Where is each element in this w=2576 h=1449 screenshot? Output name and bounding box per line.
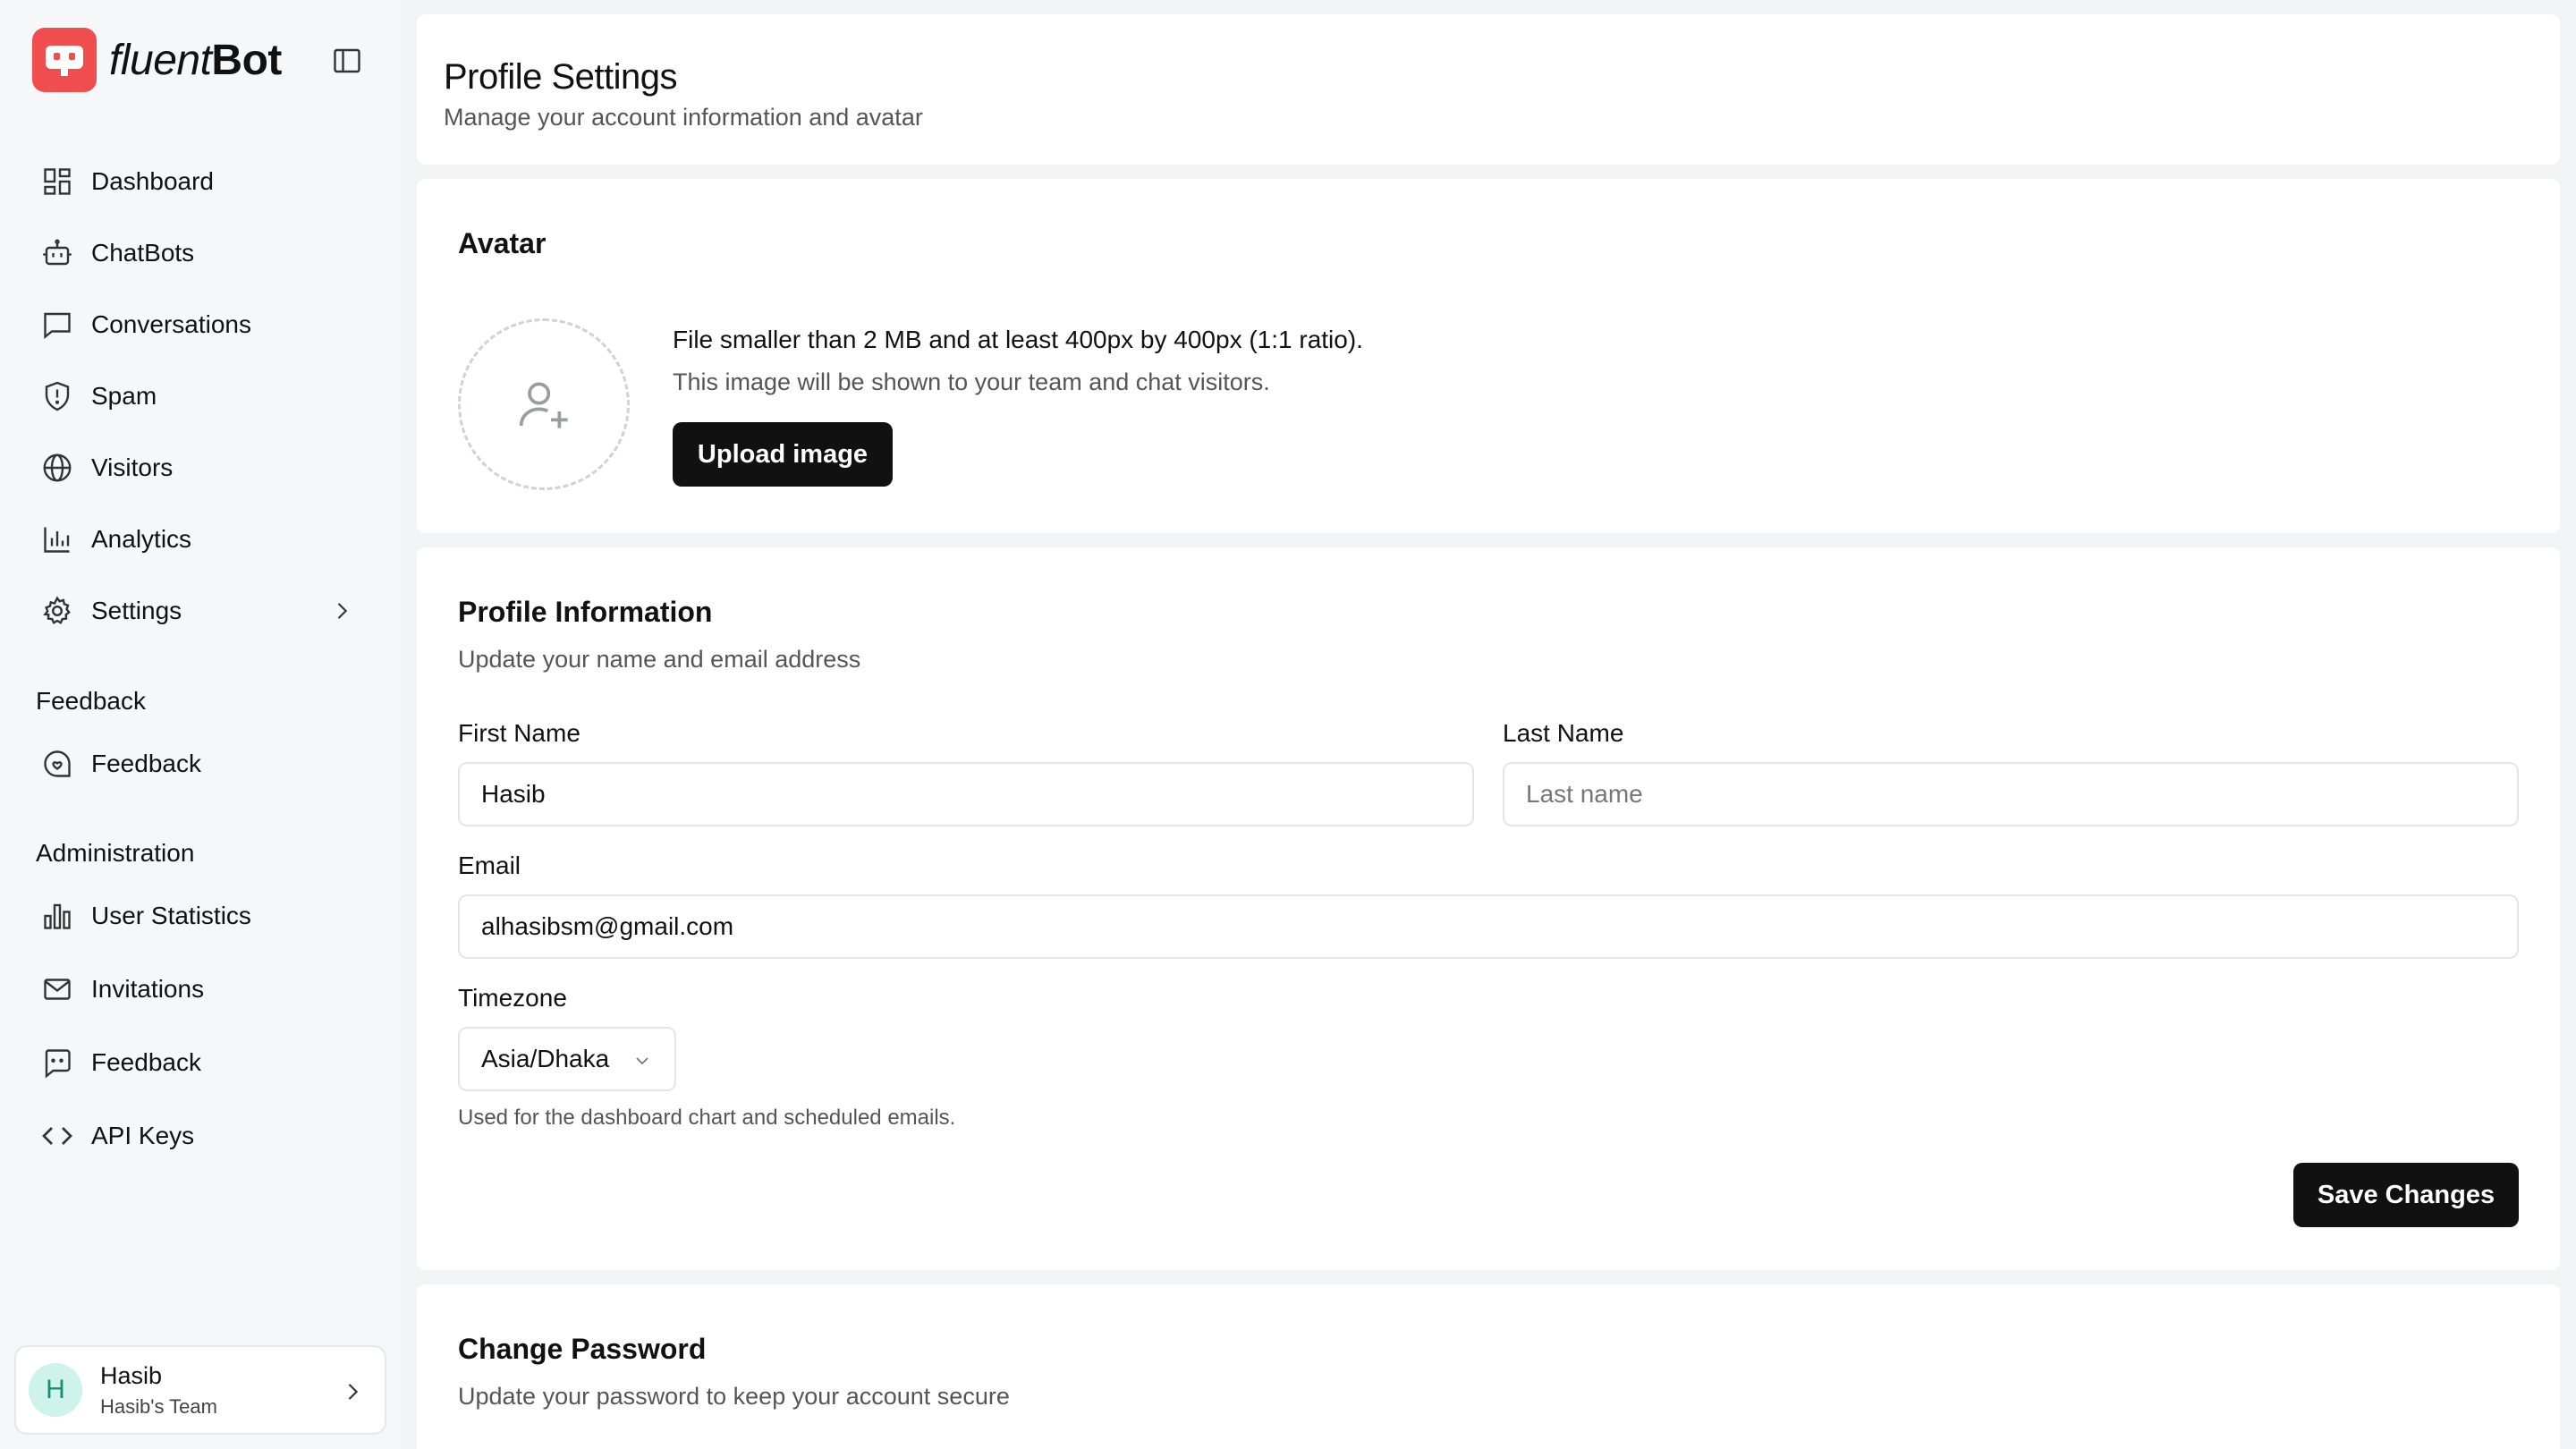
- sidebar-item-label: API Keys: [91, 1122, 195, 1149]
- message-icon: [44, 312, 71, 339]
- last-name-field[interactable]: Last name: [1503, 762, 2519, 826]
- last-name-label: Last Name: [1503, 719, 1624, 747]
- chevron-down-icon: [636, 1057, 648, 1065]
- bot-logo-icon: [32, 28, 97, 92]
- stats-icon: [44, 903, 71, 929]
- page-title: Profile Settings: [444, 57, 678, 97]
- user-plus-icon: [519, 382, 568, 428]
- avatar: H: [29, 1363, 82, 1417]
- mail-icon: [44, 979, 71, 1000]
- sidebar-item-chatbots[interactable]: ChatBots: [41, 231, 363, 275]
- save-changes-button[interactable]: Save Changes: [2293, 1163, 2519, 1227]
- sidebar-item-api-keys[interactable]: API Keys: [41, 1114, 363, 1158]
- sidebar-item-analytics[interactable]: Analytics: [41, 517, 363, 562]
- profile-section-subtitle: Update your name and email address: [458, 646, 861, 673]
- first-name-field[interactable]: Hasib: [458, 762, 1474, 826]
- sidebar: fluentBot Dashboard ChatBots Conversatio…: [0, 0, 401, 1449]
- globe-icon: [43, 453, 72, 482]
- email-field[interactable]: alhasibsm@gmail.com: [458, 894, 2519, 959]
- sidebar-item-label: Feedback: [91, 1048, 201, 1076]
- avatar-section-title: Avatar: [458, 227, 547, 259]
- sidebar-item-label: Feedback: [91, 750, 201, 777]
- sidebar-item-label: Analytics: [91, 525, 192, 553]
- dashboard-icon: [44, 168, 71, 195]
- code-icon: [42, 1127, 72, 1145]
- page-subtitle: Manage your account information and avat…: [444, 104, 923, 131]
- sidebar-item-invitations[interactable]: Invitations: [41, 967, 363, 1012]
- section-title-administration: Administration: [36, 839, 195, 867]
- sidebar-item-label: ChatBots: [91, 239, 195, 267]
- page-header: Profile Settings Manage your account inf…: [417, 14, 2560, 165]
- sidebar-item-spam[interactable]: Spam: [41, 374, 363, 419]
- timezone-value: Asia/Dhaka: [481, 1045, 610, 1072]
- avatar-card: Avatar File smaller than 2 MB and at lea…: [417, 179, 2560, 533]
- profile-section-title: Profile Information: [458, 596, 713, 628]
- app-name: fluentBot: [109, 36, 282, 84]
- app-logo[interactable]: fluentBot: [32, 28, 282, 92]
- bar-chart-icon: [44, 527, 70, 553]
- sidebar-item-label: Spam: [91, 382, 157, 410]
- sidebar-item-visitors[interactable]: Visitors: [41, 445, 363, 490]
- sidebar-item-label: User Statistics: [91, 902, 251, 929]
- chat-square-icon: [45, 1049, 71, 1079]
- avatar-requirement: File smaller than 2 MB and at least 400p…: [673, 326, 1363, 353]
- password-section-subtitle: Update your password to keep your accoun…: [458, 1383, 1010, 1410]
- password-section-title: Change Password: [458, 1333, 707, 1365]
- section-title-feedback: Feedback: [36, 687, 146, 715]
- bot-icon: [43, 239, 72, 266]
- profile-information-card: Profile Information Update your name and…: [417, 547, 2560, 1270]
- user-team: Hasib's Team: [100, 1394, 217, 1418]
- gear-icon: [43, 596, 71, 624]
- feedback-icon: [44, 750, 71, 777]
- timezone-hint: Used for the dashboard chart and schedul…: [458, 1106, 956, 1130]
- chevron-right-icon: [337, 603, 348, 619]
- timezone-select[interactable]: Asia/Dhaka: [458, 1027, 676, 1091]
- sidebar-item-label: Conversations: [91, 310, 251, 338]
- shield-icon: [45, 381, 70, 411]
- chevron-right-icon: [348, 1384, 359, 1400]
- sidebar-item-label: Dashboard: [91, 167, 214, 195]
- avatar-placeholder[interactable]: [458, 318, 630, 490]
- avatar-note: This image will be shown to your team an…: [673, 369, 1270, 395]
- first-name-label: First Name: [458, 719, 580, 747]
- user-name: Hasib: [100, 1361, 163, 1389]
- sidebar-item-settings[interactable]: Settings: [41, 589, 363, 633]
- sidebar-item-label: Invitations: [91, 975, 205, 1003]
- change-password-card: Change Password Update your password to …: [417, 1284, 2560, 1449]
- upload-image-button[interactable]: Upload image: [673, 422, 893, 487]
- user-info: Hasib Hasib's Team: [100, 1362, 217, 1419]
- sidebar-item-label: Settings: [91, 597, 182, 624]
- sidebar-toggle-icon[interactable]: [331, 45, 363, 77]
- sidebar-item-user-statistics[interactable]: User Statistics: [41, 894, 363, 938]
- sidebar-item-feedback[interactable]: Feedback: [41, 741, 363, 786]
- timezone-label: Timezone: [458, 984, 567, 1012]
- sidebar-item-dashboard[interactable]: Dashboard: [41, 159, 363, 204]
- sidebar-item-conversations[interactable]: Conversations: [41, 302, 363, 347]
- sidebar-item-label: Visitors: [91, 453, 174, 481]
- user-profile-menu[interactable]: H Hasib Hasib's Team: [14, 1345, 386, 1435]
- email-label: Email: [458, 852, 521, 879]
- sidebar-item-admin-feedback[interactable]: Feedback: [41, 1040, 363, 1085]
